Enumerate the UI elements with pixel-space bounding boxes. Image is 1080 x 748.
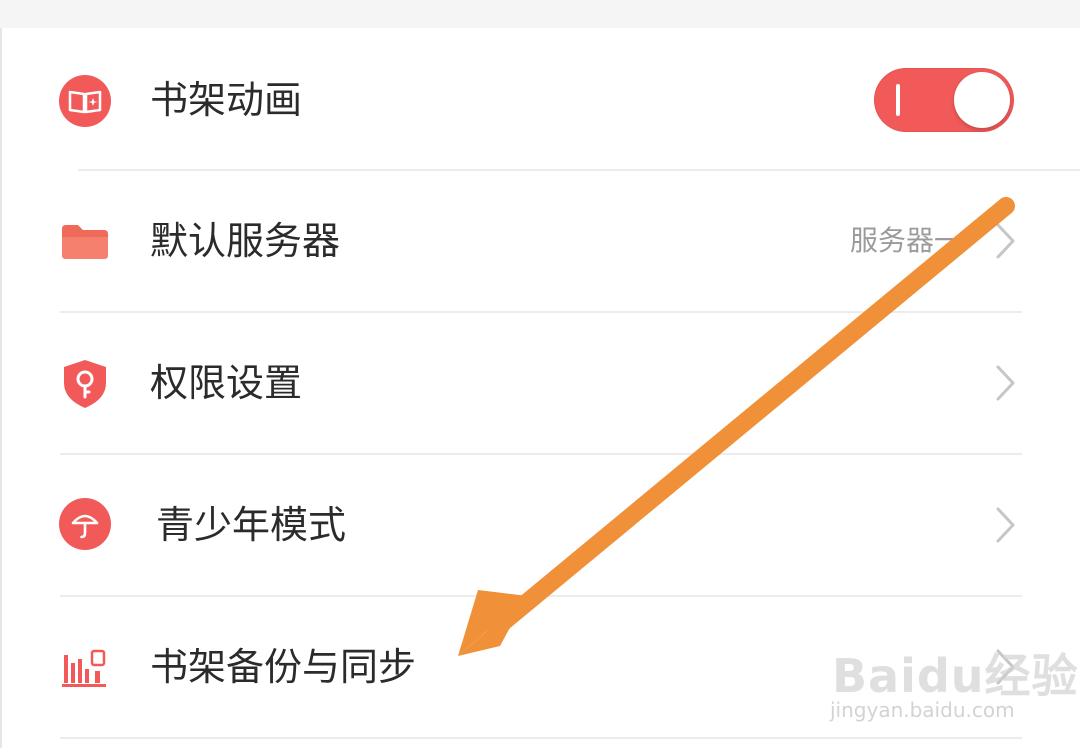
toggle-on-indicator <box>896 84 900 116</box>
bar-chart-icon <box>62 649 106 687</box>
book-sparkle-icon <box>59 75 111 127</box>
setting-label: 青少年模式 <box>156 503 347 547</box>
chevron-right-icon <box>996 649 1015 685</box>
chevron-right-icon <box>996 223 1015 259</box>
setting-row-permissions[interactable]: 权限设置 <box>0 313 1080 455</box>
top-band <box>0 0 1080 28</box>
setting-row-teen-mode[interactable]: 青少年模式 <box>0 455 1080 597</box>
divider <box>60 737 1022 739</box>
setting-row-default-server[interactable]: 默认服务器 服务器一 <box>0 171 1080 313</box>
setting-label: 权限设置 <box>150 361 303 405</box>
settings-screen: 书架动画 默认服务器 服务器一 权限设置 青少年模式 书架备份与同步 Baidu… <box>0 0 1080 748</box>
setting-label: 默认服务器 <box>150 219 341 263</box>
umbrella-icon <box>59 498 111 550</box>
setting-label: 书架动画 <box>150 78 303 122</box>
default-server-value: 服务器一 <box>849 224 962 257</box>
setting-row-shelf-backup-sync[interactable]: 书架备份与同步 <box>0 597 1080 739</box>
shelf-animation-toggle[interactable] <box>874 68 1014 132</box>
setting-row-shelf-animation[interactable]: 书架动画 <box>0 28 1080 170</box>
shield-key-icon <box>64 360 106 408</box>
folder-icon <box>62 225 108 259</box>
chevron-right-icon <box>996 507 1015 543</box>
chevron-right-icon <box>996 365 1015 401</box>
setting-label: 书架备份与同步 <box>150 645 417 689</box>
toggle-knob <box>954 72 1010 128</box>
